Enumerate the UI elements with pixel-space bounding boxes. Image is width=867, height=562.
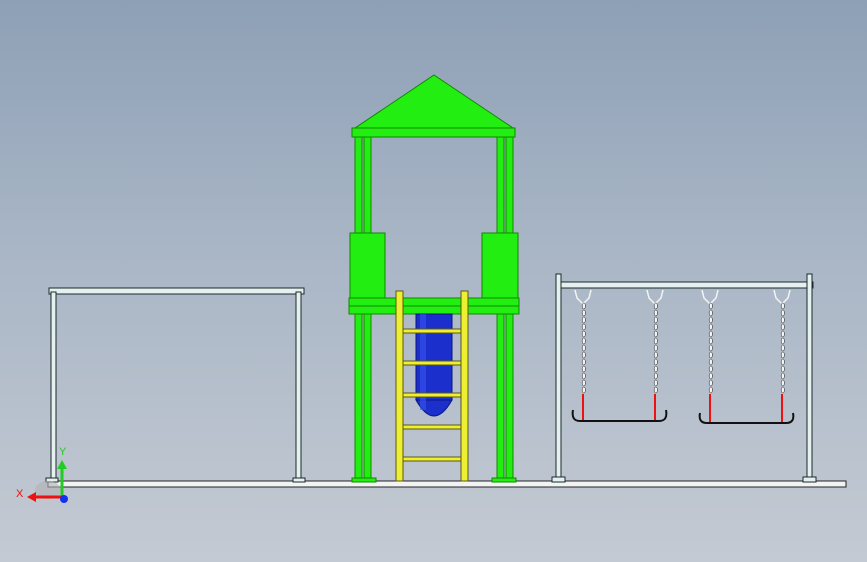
swing-hanger-hook (574, 289, 592, 306)
chain-link (581, 372, 586, 380)
chain-link (708, 358, 713, 366)
chain-link (581, 337, 586, 345)
chain-link (780, 337, 785, 345)
chain-link (581, 358, 586, 366)
chain-link (708, 337, 713, 345)
chain-link (653, 351, 658, 359)
chain-link (708, 379, 713, 387)
chain-link (780, 379, 785, 387)
tower-side-panel-right (481, 232, 519, 301)
chain-link (581, 351, 586, 359)
chain-link (653, 379, 658, 387)
chain-link (708, 302, 713, 310)
chain-link (581, 344, 586, 352)
chain-link (653, 316, 658, 324)
chain-link (653, 372, 658, 380)
chain-link (581, 323, 586, 331)
chain-link (581, 309, 586, 317)
chain-link (708, 365, 713, 373)
chain-link (653, 309, 658, 317)
chain-link (708, 386, 713, 394)
z-axis-dot (60, 495, 68, 503)
chain-link (780, 323, 785, 331)
chain-link (780, 330, 785, 338)
chain-link (708, 330, 713, 338)
chain-link (653, 323, 658, 331)
chain-link (780, 344, 785, 352)
chain-link (780, 316, 785, 324)
x-axis-label: X (16, 488, 24, 500)
chain-link (653, 344, 658, 352)
chain-link (708, 309, 713, 317)
tower-side-panel-left (349, 232, 386, 301)
chain-link (581, 316, 586, 324)
swing-frame[interactable] (551, 273, 817, 483)
chain-link (653, 358, 658, 366)
chain-link (653, 365, 658, 373)
chain-link (653, 330, 658, 338)
chain-link (780, 351, 785, 359)
chain-link (581, 302, 586, 310)
chain-link (780, 372, 785, 380)
cad-viewport[interactable]: Y X (0, 0, 867, 562)
chain-link (780, 386, 785, 394)
swing-chains (574, 289, 791, 422)
chain-link (780, 309, 785, 317)
swing-hanger-hook (701, 289, 719, 306)
chain-link (780, 358, 785, 366)
chain-link (653, 302, 658, 310)
axis-triad: Y X (16, 446, 68, 503)
chain-link (708, 323, 713, 331)
tower[interactable] (348, 74, 520, 483)
tower-roof (353, 74, 515, 129)
chain-link (708, 316, 713, 324)
chain-link (581, 379, 586, 387)
swing-hanger-hook (646, 289, 664, 306)
chain-link (581, 386, 586, 394)
playground-assembly-view[interactable]: Y X (0, 0, 867, 562)
chain-link (708, 344, 713, 352)
chain-link (708, 372, 713, 380)
chain-link (653, 337, 658, 345)
chain-link (581, 330, 586, 338)
tower-roof-eave (351, 127, 516, 138)
swing-seat-left[interactable] (571, 409, 668, 422)
chain-link (708, 351, 713, 359)
chain-link (780, 302, 785, 310)
y-axis-label: Y (59, 446, 67, 458)
chain-link (581, 365, 586, 373)
swing-seat-right[interactable] (698, 412, 795, 424)
chain-link (780, 365, 785, 373)
ground-plate (47, 480, 847, 488)
swing-hanger-hook (773, 289, 791, 306)
chain-link (653, 386, 658, 394)
left-bar-frame[interactable] (45, 287, 306, 483)
